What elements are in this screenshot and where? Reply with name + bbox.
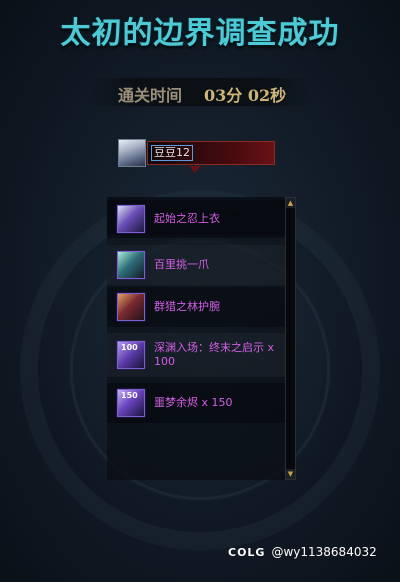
reward-item-name: 起始之忍上衣	[154, 212, 220, 225]
scroll-down-button[interactable]: ▼	[286, 469, 295, 479]
abyss-ticket-icon: 100	[117, 341, 145, 369]
scroll-up-button[interactable]: ▲	[286, 198, 295, 208]
player-card[interactable]: 豆豆12	[118, 138, 275, 167]
clear-time-value: 03分 02秒	[204, 86, 287, 105]
item-quantity-badge: 150	[121, 391, 138, 400]
list-item[interactable]: 100 深渊入场：终末之启示 x 100	[107, 333, 285, 377]
reward-list-scrollbar[interactable]: ▲ ▼	[285, 197, 296, 480]
reward-item-name: 群猎之林护腕	[154, 300, 220, 313]
colg-logo: COLG	[228, 545, 266, 559]
nightmare-ember-icon: 150	[117, 389, 145, 417]
item-quantity-badge: 100	[121, 343, 138, 352]
reward-item-name: 百里挑一爪	[154, 258, 209, 271]
list-item[interactable]: 群猎之林护腕	[107, 287, 285, 327]
watermark: COLG @wy1138684032	[228, 545, 377, 559]
result-title: 太初的边界调查成功	[60, 16, 340, 51]
list-item[interactable]: 百里挑一爪	[107, 245, 285, 285]
player-name: 豆豆12	[151, 144, 193, 161]
list-item[interactable]: 150 噩梦余烬 x 150	[107, 383, 285, 423]
player-avatar	[118, 138, 146, 167]
watermark-user: @wy1138684032	[271, 545, 377, 559]
cloth-armor-icon	[117, 205, 145, 233]
player-pointer-arrow	[189, 166, 201, 173]
list-item[interactable]: 起始之忍上衣	[107, 200, 285, 238]
player-name-box: 豆豆12	[147, 140, 275, 165]
claw-weapon-icon	[117, 251, 145, 279]
clear-time-label: 通关时间	[118, 86, 183, 105]
reward-item-name: 深渊入场：终末之启示 x 100	[154, 341, 275, 368]
bracer-icon	[117, 293, 145, 321]
reward-item-name: 噩梦余烬 x 150	[154, 396, 233, 409]
